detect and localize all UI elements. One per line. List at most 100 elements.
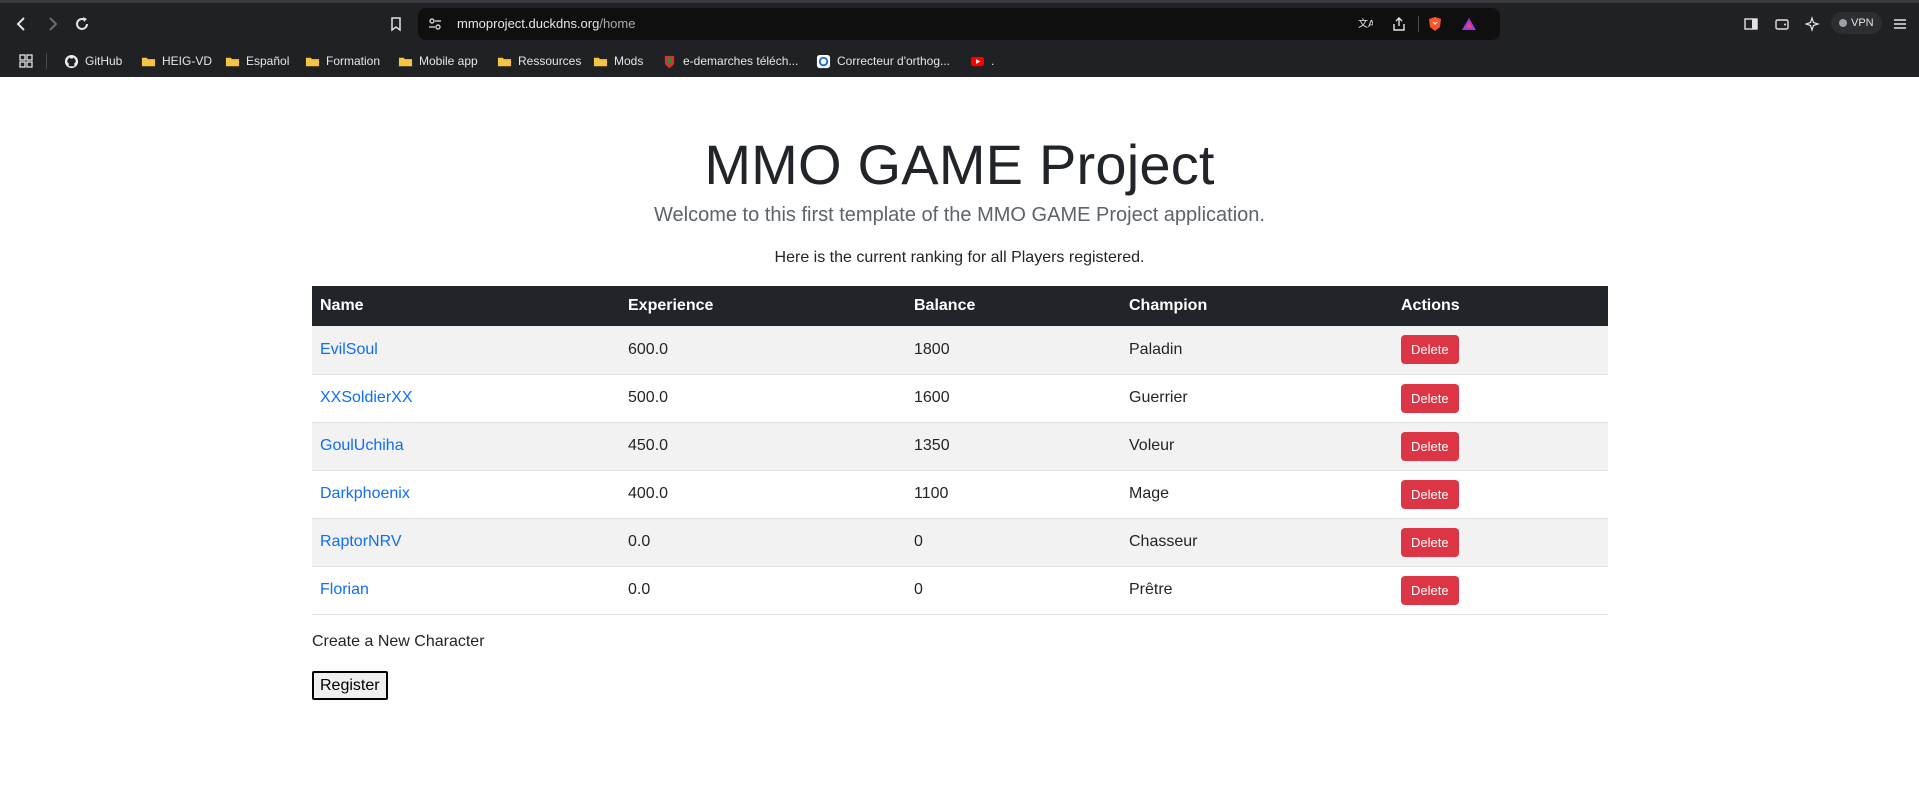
table-header-row: Name Experience Balance Champion Actions: [312, 286, 1608, 326]
player-link[interactable]: GoulUchiha: [320, 437, 404, 454]
player-name-cell: Darkphoenix: [312, 470, 620, 519]
player-name-cell: XXSoldierXX: [312, 374, 620, 423]
bookmark-label: e-demarches téléch...: [683, 54, 799, 68]
page-lead: Welcome to this first template of the MM…: [654, 204, 1265, 226]
bookmark-youtube[interactable]: .: [970, 52, 994, 70]
actions-cell: Delete: [1393, 566, 1608, 615]
sidebar-toggle-icon[interactable]: [1742, 15, 1760, 33]
forward-arrow-icon: [49, 17, 58, 31]
balance-cell: 0: [906, 518, 1121, 567]
ranking-table: Name Experience Balance Champion Actions…: [312, 286, 1608, 615]
player-link[interactable]: Darkphoenix: [320, 485, 410, 502]
champion-cell: Mage: [1121, 470, 1393, 519]
coat-of-arms-icon: [664, 55, 675, 68]
balance-cell: 1350: [906, 422, 1121, 471]
page-title: MMO GAME Project: [704, 133, 1215, 196]
actions-cell: Delete: [1393, 470, 1608, 519]
bookmark-label: HEIG-VD: [162, 54, 213, 68]
bookmark-correcteur[interactable]: Correcteur d'orthog...: [816, 52, 950, 70]
table-row: Florian 0.0 0 Prêtre Delete: [312, 566, 1608, 615]
browser-toolbar: mmoproject.duckdns.org/home 文A VPN: [0, 3, 1919, 43]
bookmark-label: .: [991, 54, 995, 68]
bookmark-label: Mods: [614, 54, 644, 68]
ranking-intro: Here is the current ranking for all Play…: [774, 249, 1145, 266]
back-button[interactable]: [10, 12, 34, 36]
player-name-cell: GoulUchiha: [312, 422, 620, 471]
back-arrow-icon: [16, 17, 25, 31]
experience-cell: 600.0: [620, 326, 906, 375]
actions-cell: Delete: [1393, 518, 1608, 567]
balance-cell: 1800: [906, 326, 1121, 375]
spellcheck-icon: [816, 54, 831, 68]
delete-button[interactable]: Delete: [1401, 431, 1459, 461]
delete-button[interactable]: Delete: [1401, 335, 1459, 365]
bookmark-icon: [391, 17, 401, 32]
delete-button[interactable]: Delete: [1401, 575, 1459, 605]
player-link[interactable]: EvilSoul: [320, 341, 378, 358]
reload-button[interactable]: [70, 12, 94, 36]
bookmark-formation[interactable]: Formation: [305, 52, 380, 70]
experience-cell: 400.0: [620, 470, 906, 519]
column-header-champion: Champion: [1121, 286, 1393, 326]
bookmark-mods[interactable]: Mods: [593, 52, 643, 70]
apps-grid-icon[interactable]: [17, 52, 35, 70]
bookmark-heig-vd[interactable]: HEIG-VD: [141, 52, 212, 70]
vpn-button[interactable]: VPN: [1831, 12, 1882, 34]
translate-icon[interactable]: 文A: [1356, 15, 1374, 33]
table-row: GoulUchiha 450.0 1350 Voleur Delete: [312, 422, 1608, 471]
column-header-name: Name: [312, 286, 620, 326]
table-row: XXSoldierXX 500.0 1600 Guerrier Delete: [312, 374, 1608, 423]
delete-button[interactable]: Delete: [1401, 383, 1459, 413]
experience-cell: 0.0: [620, 518, 906, 567]
column-header-balance: Balance: [906, 286, 1121, 326]
bookmark-label: Español: [246, 54, 290, 68]
folder-icon: [497, 57, 512, 66]
player-link[interactable]: RaptorNRV: [320, 533, 402, 550]
browser-chrome: mmoproject.duckdns.org/home 文A VPN GitHu…: [0, 0, 1919, 77]
champion-cell: Prêtre: [1121, 566, 1393, 615]
experience-cell: 450.0: [620, 422, 906, 471]
omnibox-divider: [1418, 16, 1419, 32]
forward-button[interactable]: [40, 12, 64, 36]
wallet-icon[interactable]: [1773, 15, 1791, 33]
youtube-icon: [970, 56, 985, 66]
champion-cell: Paladin: [1121, 326, 1393, 375]
player-link[interactable]: Florian: [320, 581, 369, 598]
url-host: mmoproject.duckdns.org: [457, 16, 600, 31]
page-content: MMO GAME Project Welcome to this first t…: [0, 77, 1919, 791]
bookmarks-bar: GitHub HEIG-VD Español Formation Mobile …: [0, 43, 1919, 77]
menu-icon[interactable]: [1891, 15, 1909, 33]
delete-button[interactable]: Delete: [1401, 527, 1459, 557]
vpn-label: VPN: [1851, 17, 1874, 29]
url-path: /home: [599, 16, 636, 31]
folder-icon: [398, 57, 413, 66]
table-row: RaptorNRV 0.0 0 Chasseur Delete: [312, 518, 1608, 567]
address-bar[interactable]: mmoproject.duckdns.org/home 文A: [418, 8, 1500, 40]
bookmark-github[interactable]: GitHub: [64, 52, 122, 70]
player-link[interactable]: XXSoldierXX: [320, 389, 413, 406]
bookmark-page-button[interactable]: [387, 15, 405, 33]
column-header-experience: Experience: [620, 286, 906, 326]
bookmark-label: Formation: [326, 54, 381, 68]
experience-cell: 0.0: [620, 566, 906, 615]
url-text: mmoproject.duckdns.org/home: [457, 16, 635, 31]
bookmark-espanol[interactable]: Español: [225, 52, 289, 70]
bookmark-e-demarches[interactable]: e-demarches téléch...: [662, 52, 798, 70]
player-name-cell: Florian: [312, 566, 620, 615]
brave-rewards-icon[interactable]: [1460, 15, 1478, 33]
table-row: Darkphoenix 400.0 1100 Mage Delete: [312, 470, 1608, 519]
bookmark-ressources[interactable]: Ressources: [497, 52, 581, 70]
balance-cell: 1600: [906, 374, 1121, 423]
folder-icon: [305, 57, 320, 66]
register-button[interactable]: Register: [312, 671, 388, 700]
site-settings-icon[interactable]: [426, 15, 444, 33]
champion-cell: Voleur: [1121, 422, 1393, 471]
leo-ai-icon[interactable]: [1804, 15, 1822, 33]
bookmark-mobile-app[interactable]: Mobile app: [398, 52, 478, 70]
share-icon[interactable]: [1390, 15, 1408, 33]
brave-shields-icon[interactable]: [1426, 15, 1444, 33]
delete-button[interactable]: Delete: [1401, 479, 1459, 509]
vpn-status-icon: [1839, 19, 1847, 27]
table-row: EvilSoul 600.0 1800 Paladin Delete: [312, 326, 1608, 375]
folder-icon: [225, 57, 240, 66]
